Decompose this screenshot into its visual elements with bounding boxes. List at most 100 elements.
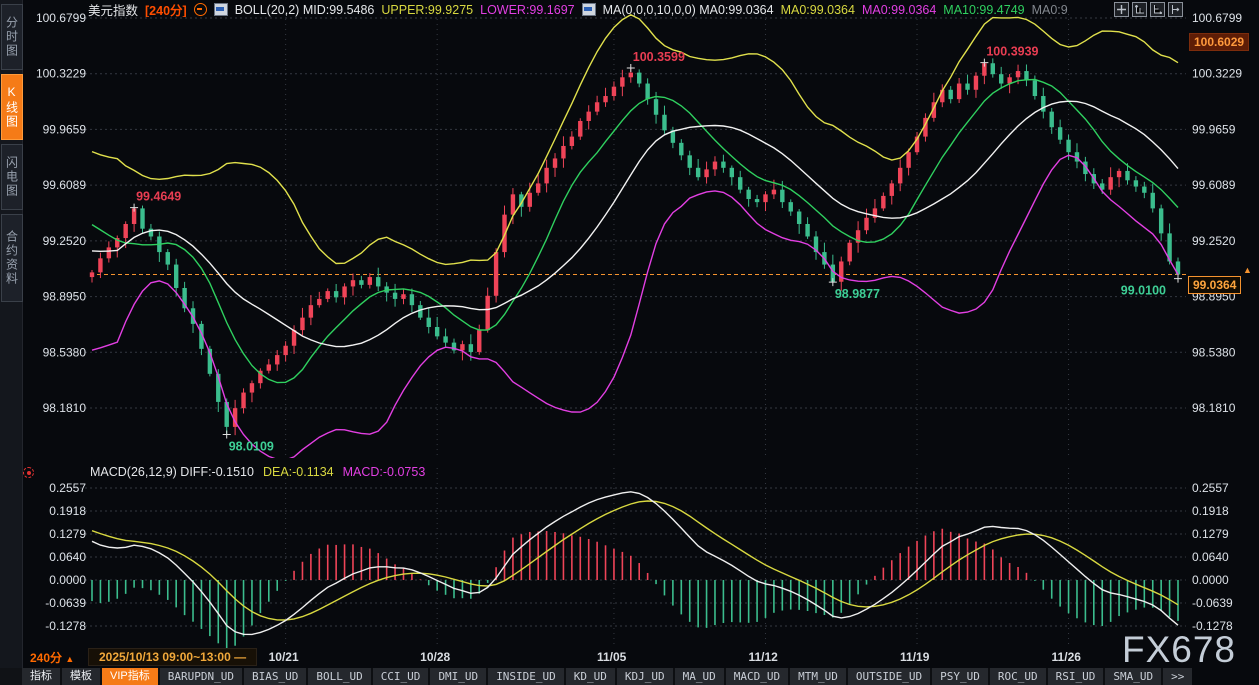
date-label: 10/21 [269, 650, 299, 664]
time-axis-row: 240分 ▲ 2025/10/13 09:00~13:00 — 10/21 10/… [0, 648, 1259, 667]
indicator-line [92, 101, 1178, 346]
tab-boll-ud[interactable]: BOLL_UD [308, 668, 370, 685]
price-up-arrow-icon: ▲ [1243, 266, 1252, 275]
boll-indicator-icon[interactable] [214, 3, 228, 16]
y-axis-label: 99.2520 [1192, 234, 1236, 248]
symbol-name: 美元指数 [88, 2, 138, 17]
y-axis-label: 100.6799 [1192, 11, 1242, 25]
extreme-marker [130, 204, 138, 212]
indicator-settings-icon[interactable] [23, 467, 34, 478]
price-annotation: 99.4649 [136, 190, 181, 204]
y-axis-label: 99.9659 [1192, 122, 1236, 136]
boll-label: BOLL(20,2) [235, 3, 300, 17]
sidebar-item-label: 分时图 [4, 16, 21, 58]
indicator-line [92, 155, 1178, 460]
footer-period-selector[interactable]: 240分 ▲ [30, 649, 74, 666]
y-axis-label: 0.0000 [49, 573, 86, 587]
tabbar-corner [0, 668, 22, 685]
tab-roc-ud[interactable]: ROC_UD [990, 668, 1046, 685]
ma-truncated-value: MA0:9 [1032, 3, 1068, 17]
y-axis-label: 98.1810 [43, 401, 87, 415]
tab-barupdn-ud[interactable]: BARUPDN_UD [160, 668, 242, 685]
sidebar-item-label: 闪电图 [4, 156, 21, 198]
date-range-label: 2025/10/13 09:00~13:00 [99, 650, 231, 664]
shift-right-icon[interactable] [1168, 2, 1183, 17]
tab-dmi-ud[interactable]: DMI_UD [430, 668, 486, 685]
date-label: 11/19 [900, 650, 929, 664]
y-axis-label: 0.1279 [49, 527, 86, 541]
ma0-white-value: MA0:99.0364 [699, 3, 773, 17]
price-annotation: 100.3599 [633, 50, 685, 64]
tab-cci-ud[interactable]: CCI_UD [373, 668, 429, 685]
boll-mid-value: MID:99.5486 [303, 3, 375, 17]
macd-diff-value: MACD(26,12,9) DIFF:-0.1510 [90, 465, 254, 479]
extreme-marker [627, 64, 635, 72]
y-axis-label: 99.2520 [43, 234, 87, 248]
tab-outside-ud[interactable]: OUTSIDE_UD [848, 668, 930, 685]
indicator-tab-bar: 指标模板VIP指标BARUPDN_UDBIAS_UDBOLL_UDCCI_UDD… [22, 668, 1192, 685]
axis-zoom-in-icon[interactable] [1132, 2, 1147, 17]
y-axis-label: 0.2557 [49, 481, 86, 495]
extreme-marker [980, 59, 988, 67]
y-axis-label: 99.6089 [1192, 178, 1236, 192]
macd-dea-value: DEA:-0.1134 [263, 465, 334, 479]
range-slider-handle[interactable]: — [234, 650, 246, 664]
y-axis-label: 0.0640 [49, 550, 86, 564]
date-label: 11/05 [597, 650, 626, 664]
y-axis-label: 0.2557 [1192, 481, 1229, 495]
axis-zoom-out-icon[interactable] [1150, 2, 1165, 17]
y-axis-label: 0.1918 [49, 504, 86, 518]
tab--[interactable]: >> [1163, 668, 1192, 685]
tab-mtm-ud[interactable]: MTM_UD [790, 668, 846, 685]
boll-lower-value: LOWER:99.1697 [480, 3, 575, 17]
tab-bias-ud[interactable]: BIAS_UD [244, 668, 306, 685]
price-annotation: 99.0100 [1121, 284, 1166, 298]
indicator-line [92, 80, 1178, 383]
y-axis-label: 0.0000 [1192, 573, 1229, 587]
chart-canvas[interactable]: 100.6799100.6799100.3229100.322999.96599… [0, 0, 1259, 685]
sidebar-item-kline[interactable]: K线图 [1, 74, 23, 140]
tab-sma-ud[interactable]: SMA_UD [1105, 668, 1161, 685]
extreme-marker [829, 278, 837, 286]
tab-rsi-ud[interactable]: RSI_UD [1048, 668, 1104, 685]
y-axis-label: 98.5380 [43, 345, 87, 359]
y-axis-label: 100.6799 [36, 11, 86, 25]
tab-ma-ud[interactable]: MA_UD [675, 668, 724, 685]
tab-psy-ud[interactable]: PSY_UD [932, 668, 988, 685]
sidebar-item-contract-info[interactable]: 合约资料 [1, 214, 23, 302]
tab-macd-ud[interactable]: MACD_UD [726, 668, 788, 685]
extreme-marker [223, 431, 231, 439]
pan-icon[interactable] [1114, 2, 1129, 17]
ma-indicator-icon[interactable] [582, 3, 596, 16]
y-axis-label: 100.3229 [36, 67, 86, 81]
date-range-box[interactable]: 2025/10/13 09:00~13:00 — [88, 648, 257, 666]
indicator-line [92, 501, 1178, 620]
macd-header: MACD(26,12,9) DIFF:-0.1510 DEA:-0.1134 M… [90, 465, 425, 479]
y-axis-label: 0.1918 [1192, 504, 1229, 518]
ma0-yellow-value: MA0:99.0364 [781, 3, 855, 17]
y-axis-label: -0.1278 [45, 619, 86, 633]
y-axis-label: 99.9659 [43, 122, 87, 136]
y-axis-label: -0.0639 [1192, 596, 1233, 610]
collapse-icon[interactable] [194, 3, 207, 16]
tab--[interactable]: 指标 [22, 668, 60, 685]
sidebar-item-label: 合约资料 [4, 230, 21, 286]
y-axis-label: 98.1810 [1192, 401, 1236, 415]
y-axis-label: 0.0640 [1192, 550, 1229, 564]
macd-histogram [92, 529, 1178, 650]
watermark-logo: FX678 [1122, 629, 1236, 671]
tab--[interactable]: 模板 [62, 668, 100, 685]
sidebar-item-timeshare[interactable]: 分时图 [1, 4, 23, 70]
date-label: 10/28 [420, 650, 450, 664]
date-label: 11/12 [748, 650, 777, 664]
session-high-badge: 100.6029 [1189, 33, 1249, 51]
date-label: 11/26 [1052, 650, 1081, 664]
tab-kdj-ud[interactable]: KDJ_UD [617, 668, 673, 685]
tab-inside-ud[interactable]: INSIDE_UD [488, 668, 564, 685]
sidebar-item-lightning[interactable]: 闪电图 [1, 144, 23, 210]
chart-toolbar [1114, 2, 1183, 17]
tab-kd-ud[interactable]: KD_UD [566, 668, 615, 685]
price-annotation: 100.3939 [986, 45, 1038, 59]
period-label: [240分] [145, 2, 187, 17]
tab-vip-[interactable]: VIP指标 [102, 668, 158, 685]
